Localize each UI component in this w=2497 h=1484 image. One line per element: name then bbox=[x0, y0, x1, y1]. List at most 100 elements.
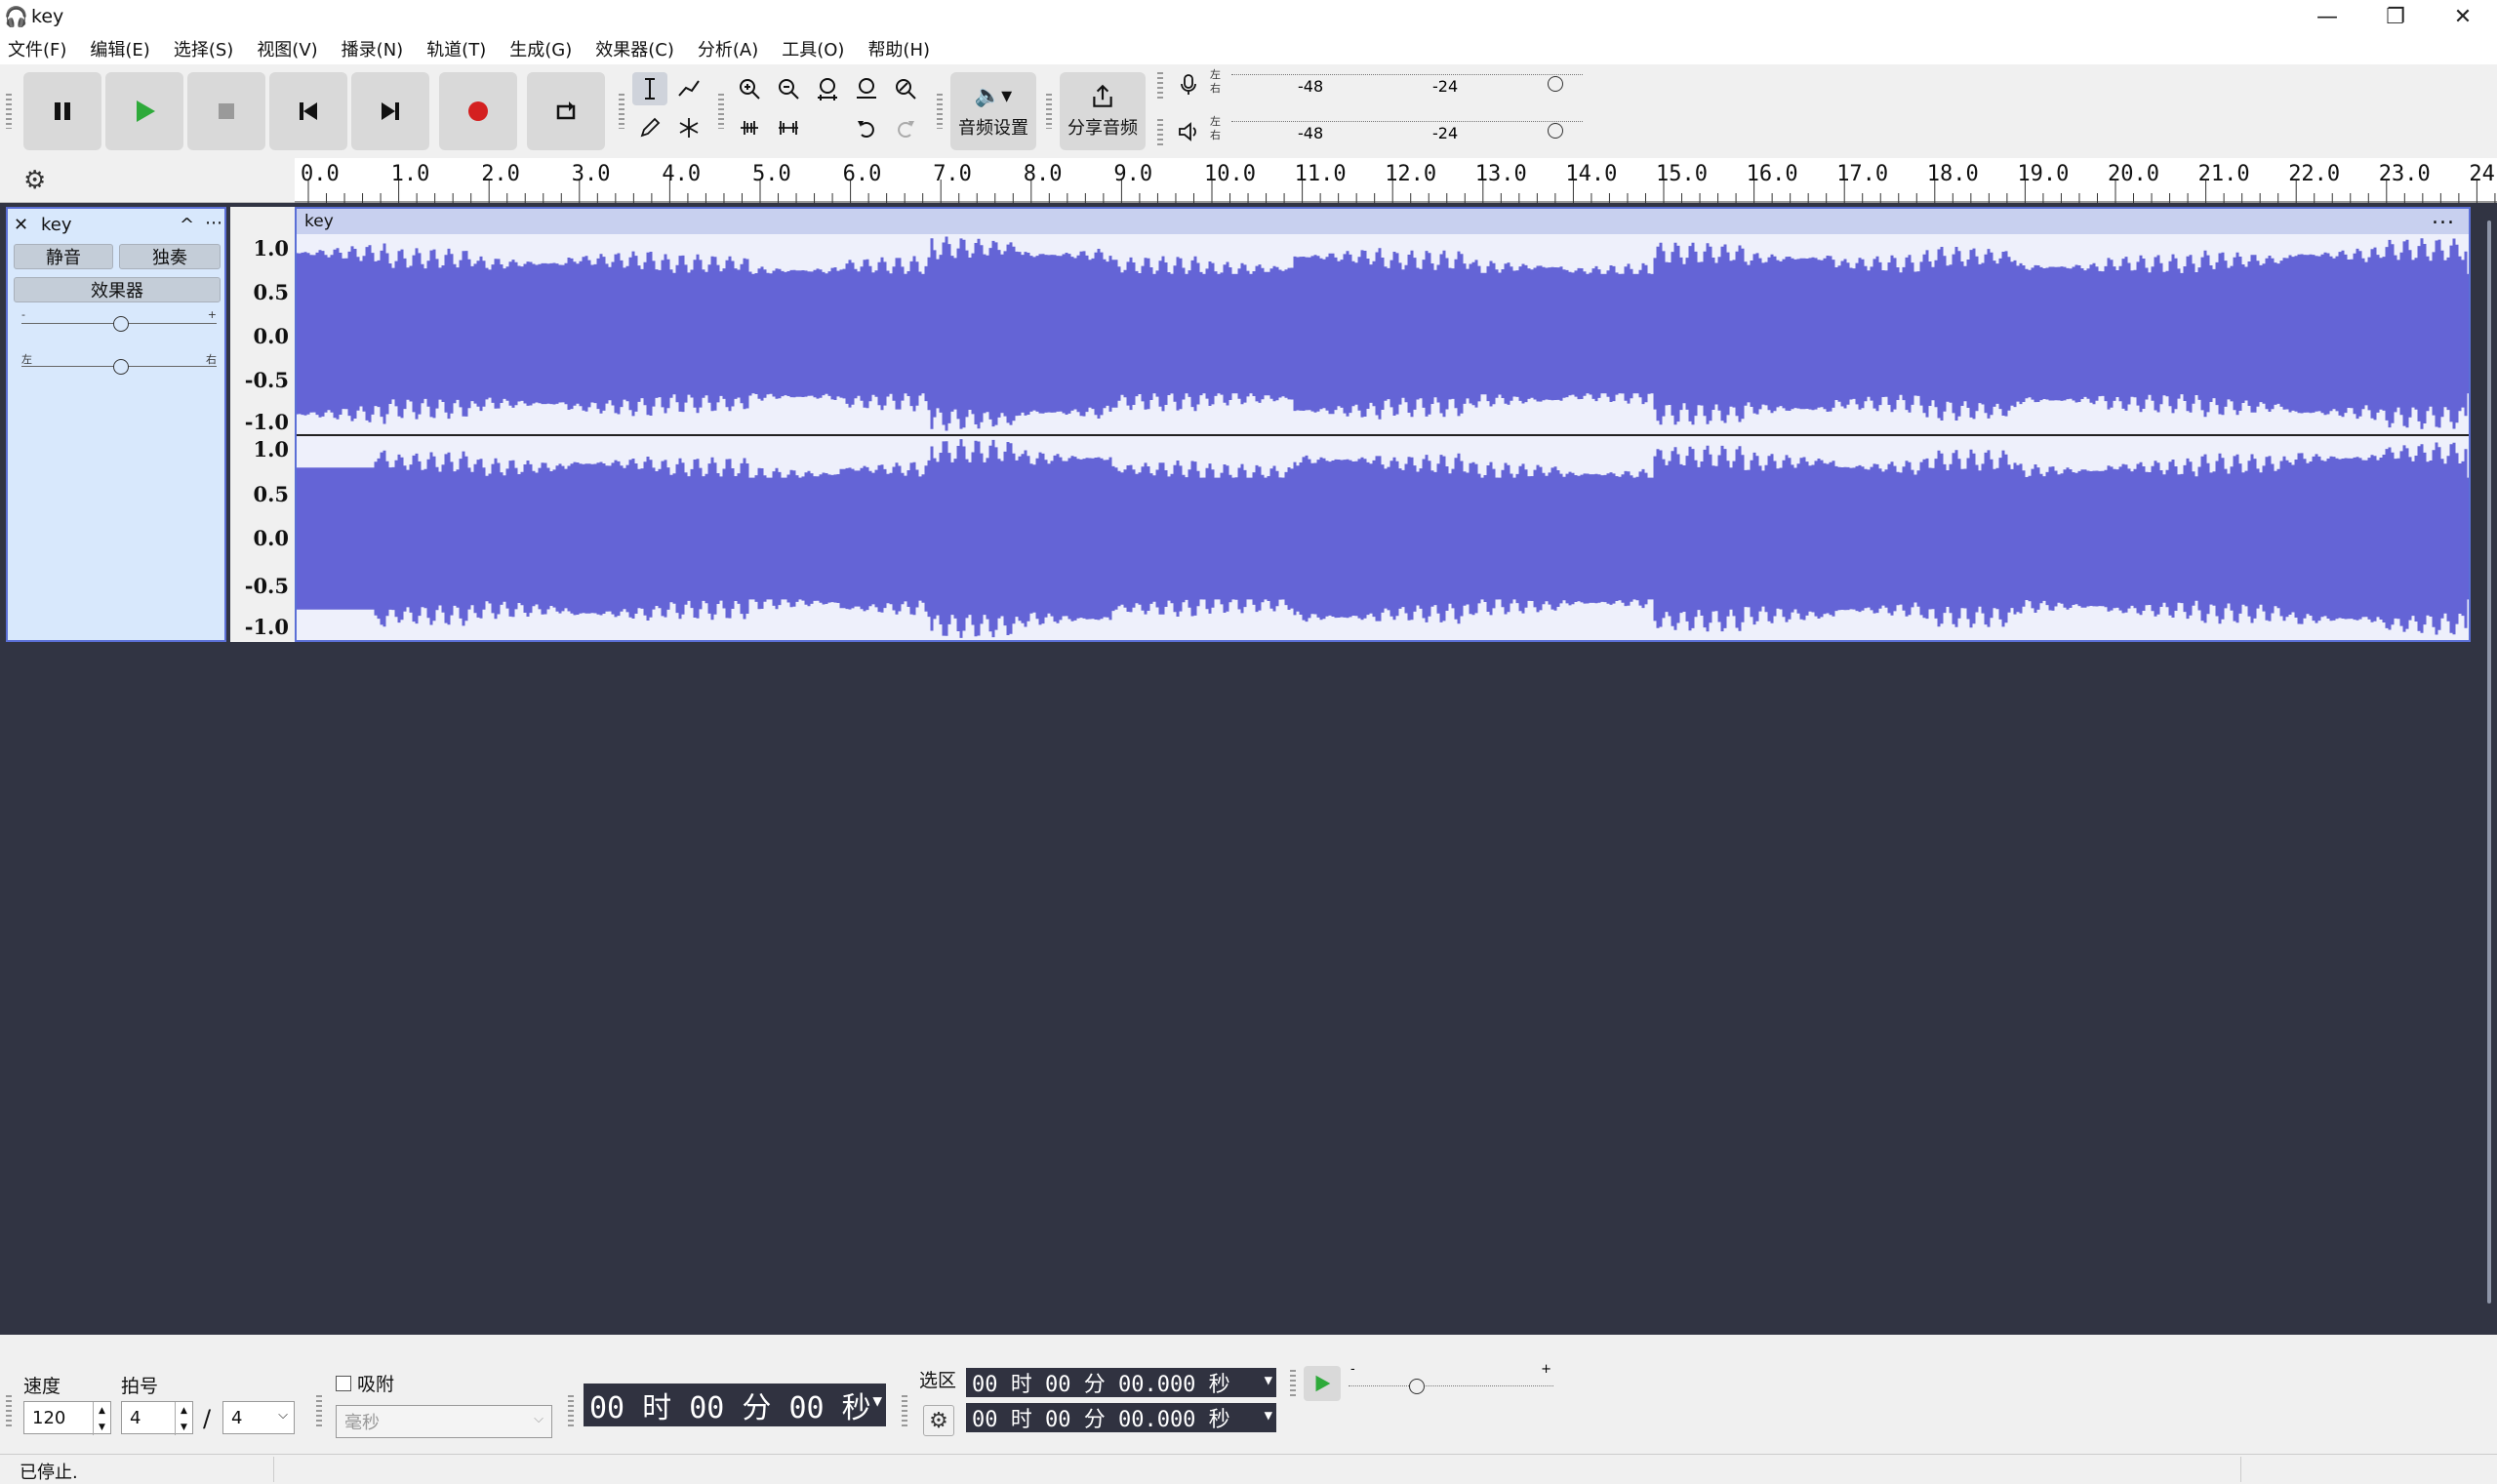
trim-outside-button[interactable] bbox=[732, 111, 767, 144]
silence-selection-button[interactable] bbox=[771, 111, 806, 144]
record-meter-grip[interactable] bbox=[1157, 72, 1163, 101]
menu-bar: 文件(F) 编辑(E) 选择(S) 视图(V) 播录(N) 轨道(T) 生成(G… bbox=[0, 33, 2497, 64]
record-meter-button[interactable] bbox=[1171, 68, 1206, 101]
menu-tools[interactable]: 工具(O) bbox=[782, 36, 844, 61]
zoom-in-button[interactable] bbox=[732, 72, 767, 105]
i-beam-icon bbox=[645, 78, 655, 100]
time-format-dropdown-icon[interactable]: ▼ bbox=[872, 1391, 882, 1410]
toolbar-grip[interactable] bbox=[6, 94, 12, 129]
play-meter-button[interactable] bbox=[1171, 115, 1206, 148]
envelope-tool-button[interactable] bbox=[671, 72, 706, 105]
meter-num-spinner[interactable]: ▲ ▼ bbox=[175, 1402, 192, 1435]
menu-effect[interactable]: 效果器(C) bbox=[595, 36, 674, 61]
solo-button[interactable]: 独奏 bbox=[119, 244, 221, 269]
tempo-spinner[interactable]: ▲ ▼ bbox=[93, 1402, 110, 1435]
selection-options-gear-icon[interactable]: ⚙ bbox=[923, 1405, 954, 1436]
fit-project-button[interactable] bbox=[849, 72, 884, 105]
play-meter-grip[interactable] bbox=[1157, 119, 1163, 148]
track-collapse-icon[interactable]: ^ bbox=[180, 215, 194, 235]
time-signature-label: 拍号 bbox=[121, 1376, 159, 1397]
time-display[interactable]: 00 时 00 分 00 秒 ▼ bbox=[584, 1384, 886, 1426]
track-menu-icon[interactable]: ⋯ bbox=[205, 213, 222, 233]
start-format-dropdown-icon[interactable]: ▼ bbox=[1265, 1373, 1272, 1388]
time-signature-numerator[interactable]: 4 ▲ ▼ bbox=[121, 1401, 193, 1435]
snap-unit-select[interactable]: 毫秒 ⌵ bbox=[336, 1405, 552, 1438]
snap-checkbox[interactable] bbox=[336, 1376, 351, 1391]
menu-select[interactable]: 选择(S) bbox=[174, 36, 233, 61]
track-control-panel[interactable]: ✕ key ^ ⋯ 静音 独奏 效果器 - + 左 右 bbox=[6, 207, 226, 642]
tempo-input[interactable]: 120 ▲ ▼ bbox=[23, 1401, 111, 1435]
meter-separator: / bbox=[203, 1405, 212, 1432]
track-area[interactable]: ✕ key ^ ⋯ 静音 独奏 效果器 - + 左 右 1.0 0.5 0.0 … bbox=[0, 203, 2497, 1335]
menu-file[interactable]: 文件(F) bbox=[8, 36, 66, 61]
audio-setup-button[interactable]: 🔈▾ 音频设置 bbox=[950, 72, 1036, 150]
selection-end[interactable]: 00 时 00 分 00.000 秒 ▼ bbox=[966, 1403, 1276, 1432]
play-at-speed-grip[interactable] bbox=[1290, 1370, 1296, 1397]
menu-tracks[interactable]: 轨道(T) bbox=[426, 36, 486, 61]
share-grip[interactable] bbox=[1046, 94, 1052, 129]
zoom-out-button[interactable] bbox=[771, 72, 806, 105]
minimize-button[interactable]: — bbox=[2293, 0, 2361, 33]
multi-tool-button[interactable] bbox=[671, 111, 706, 144]
clip-header[interactable]: key ... bbox=[297, 205, 2469, 234]
menu-analyze[interactable]: 分析(A) bbox=[698, 36, 758, 61]
timeline-options-gear-icon[interactable]: ⚙ bbox=[23, 166, 46, 195]
skip-to-end-button[interactable] bbox=[351, 72, 429, 150]
amplitude-scale[interactable]: 1.0 0.5 0.0 -0.5 -1.0 1.0 0.5 0.0 -0.5 -… bbox=[230, 207, 295, 642]
fit-selection-button[interactable] bbox=[810, 72, 845, 105]
redo-button[interactable] bbox=[888, 111, 923, 144]
record-meter[interactable]: 左右 -48 -24 bbox=[1210, 66, 1583, 105]
menu-view[interactable]: 视图(V) bbox=[257, 36, 317, 61]
mute-button[interactable]: 静音 bbox=[14, 244, 113, 269]
pause-button[interactable] bbox=[23, 72, 101, 150]
timeline-ruler[interactable]: 0.0 1.0 2.0 3.0 4.0 5.0 6.0 7.0 8.0 9.0 10.0 11.0 12… bbox=[295, 158, 2497, 203]
speed-slider-knob[interactable] bbox=[1409, 1379, 1425, 1394]
track-name[interactable]: key bbox=[41, 215, 72, 235]
track-close-icon[interactable]: ✕ bbox=[14, 215, 28, 235]
edit-grip[interactable] bbox=[718, 94, 724, 129]
time-grip[interactable] bbox=[568, 1395, 574, 1428]
pan-slider-knob[interactable] bbox=[113, 359, 129, 375]
play-volume-knob[interactable] bbox=[1548, 123, 1563, 139]
record-volume-knob[interactable] bbox=[1548, 76, 1563, 92]
pan-slider[interactable]: 左 右 bbox=[21, 353, 217, 377]
record-right-label: 右 bbox=[1210, 82, 1221, 95]
silence-icon bbox=[779, 121, 798, 135]
play-at-speed-button[interactable] bbox=[1304, 1366, 1341, 1401]
vertical-scrollbar[interactable] bbox=[2487, 221, 2491, 1304]
gain-slider-knob[interactable] bbox=[113, 316, 129, 332]
gain-slider[interactable]: - + bbox=[21, 308, 217, 334]
zoom-in-icon bbox=[740, 79, 760, 100]
tools-grip[interactable] bbox=[619, 94, 624, 129]
play-meter[interactable]: 左右 -48 -24 bbox=[1210, 113, 1583, 152]
menu-help[interactable]: 帮助(H) bbox=[867, 36, 930, 61]
effects-button[interactable]: 效果器 bbox=[14, 277, 221, 302]
selection-end-value: 00 时 00 分 00.000 秒 bbox=[972, 1408, 1230, 1432]
audio-clip[interactable]: key ... bbox=[295, 205, 2471, 642]
time-signature-denominator[interactable]: 4 ⌵ bbox=[222, 1401, 295, 1434]
selection-grip[interactable] bbox=[902, 1395, 907, 1428]
menu-transport[interactable]: 播录(N) bbox=[342, 36, 404, 61]
zoom-toggle-button[interactable] bbox=[888, 72, 923, 105]
audio-setup-grip[interactable] bbox=[937, 94, 943, 129]
close-button[interactable]: ✕ bbox=[2429, 0, 2497, 33]
menu-edit[interactable]: 编辑(E) bbox=[90, 36, 149, 61]
skip-to-start-button[interactable] bbox=[269, 72, 347, 150]
selection-start[interactable]: 00 时 00 分 00.000 秒 ▼ bbox=[966, 1368, 1276, 1397]
undo-button[interactable] bbox=[849, 111, 884, 144]
play-button[interactable] bbox=[105, 72, 183, 150]
time-signature-grip[interactable] bbox=[6, 1395, 12, 1428]
share-audio-button[interactable]: 分享音频 bbox=[1060, 72, 1146, 150]
selection-tool-button[interactable] bbox=[632, 72, 667, 105]
snap-grip[interactable] bbox=[316, 1395, 322, 1428]
clip-menu-icon[interactable]: ... bbox=[2432, 205, 2455, 229]
draw-tool-button[interactable] bbox=[632, 111, 667, 144]
record-button[interactable] bbox=[439, 72, 517, 150]
restore-button[interactable]: ❐ bbox=[2361, 0, 2430, 33]
end-format-dropdown-icon[interactable]: ▼ bbox=[1265, 1408, 1272, 1424]
stop-button[interactable] bbox=[187, 72, 265, 150]
loop-button[interactable] bbox=[527, 72, 605, 150]
playback-speed-slider[interactable]: - + bbox=[1349, 1362, 1553, 1401]
waveform[interactable] bbox=[297, 234, 2469, 640]
menu-generate[interactable]: 生成(G) bbox=[509, 36, 572, 61]
